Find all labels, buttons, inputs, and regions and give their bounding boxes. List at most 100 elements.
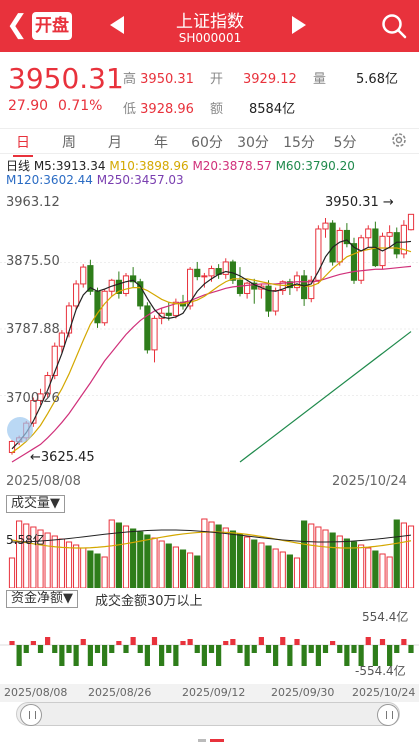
fund-bar — [102, 645, 108, 666]
prev-stock-icon[interactable] — [110, 16, 124, 34]
min-price-label: ←3625.45 — [30, 450, 95, 465]
fund-bar — [123, 645, 129, 653]
ma120-label: M120:3602.44 — [6, 173, 93, 187]
volume-bar — [286, 554, 293, 588]
tab-year[interactable]: 年 — [143, 132, 179, 152]
fund-bar — [244, 645, 250, 666]
tab-month[interactable]: 月 — [97, 132, 133, 152]
kaipan-button[interactable]: 开盘 — [32, 12, 72, 40]
search-icon[interactable] — [380, 12, 408, 40]
volume-bar — [229, 530, 236, 588]
volume-bar — [215, 524, 222, 588]
fund-bar — [151, 637, 158, 645]
y-axis-low: 3787.88 — [6, 322, 60, 337]
candle-body — [329, 222, 336, 263]
fund-bar — [9, 641, 15, 645]
volume-bar — [372, 550, 379, 588]
candle-body — [350, 243, 358, 281]
stock-code: SH000001 — [178, 31, 242, 45]
candle-body — [322, 222, 329, 230]
candle-body — [151, 317, 158, 351]
timeline-date-5: 2025/10/24 — [352, 686, 416, 699]
volume-bar — [94, 553, 101, 588]
fund-flow-note: 成交金额30万以上 — [95, 594, 203, 609]
volume-bar — [58, 538, 65, 588]
range-handle-left[interactable] — [20, 704, 42, 726]
tab-week[interactable]: 周 — [51, 132, 87, 152]
candle-body — [194, 268, 201, 278]
volume-bar — [65, 541, 73, 588]
candle-body — [122, 275, 130, 294]
volume-bar — [343, 538, 350, 588]
volume-bar — [8, 557, 16, 588]
candle-body — [272, 290, 279, 312]
chart-start-date: 2025/08/08 — [6, 474, 81, 489]
fund-bar — [280, 637, 286, 645]
quote-open: 开 3929.12 — [210, 72, 297, 87]
price-change: 27.90 — [8, 98, 49, 114]
fund-bar — [166, 645, 172, 653]
tab-5min[interactable]: 5分 — [327, 132, 363, 152]
fund-bar — [137, 645, 143, 653]
volume-bar — [315, 526, 322, 588]
volume-bar — [222, 527, 229, 588]
timeline-date-4: 2025/09/30 — [271, 686, 335, 699]
candle-body — [144, 305, 151, 351]
fund-flow-select[interactable]: 资金净额▼ — [6, 590, 78, 608]
period-tabs: 日 周 月 年 60分 30分 15分 5分 — [0, 128, 419, 157]
ma-legend-row-2: M120:3602.44 M250:3457.03 — [6, 173, 184, 187]
fund-bar — [337, 645, 343, 653]
volume-bar — [108, 519, 115, 588]
next-stock-icon[interactable] — [292, 16, 306, 34]
volume-chart — [8, 518, 415, 588]
quote-high: 高 3950.31 — [123, 72, 194, 87]
gear-icon[interactable] — [390, 131, 408, 149]
fund-bar — [330, 641, 336, 645]
candle-body — [358, 237, 365, 281]
candle-body — [365, 228, 372, 239]
fund-bar — [87, 645, 93, 666]
ma-legend-row-1: 日线 M5:3913.34 M10:3898.96 M20:3878.57 M6… — [6, 157, 355, 174]
candle-body — [58, 332, 65, 347]
fund-top-label: 554.4亿 — [362, 610, 409, 624]
fund-bar — [208, 645, 215, 653]
fund-bar — [116, 641, 122, 645]
volume-bar — [172, 546, 179, 588]
volume-indicator-select[interactable]: 成交量▼ — [6, 495, 65, 513]
fund-bar — [16, 645, 22, 666]
back-arrow-icon[interactable]: ❮ — [6, 10, 30, 40]
candlestick-chart[interactable] — [0, 190, 419, 472]
volume-bar — [322, 529, 329, 588]
volume-bar — [386, 556, 393, 588]
tab-30min[interactable]: 30分 — [235, 132, 271, 152]
fund-bar — [223, 641, 229, 645]
candle-body — [386, 232, 393, 237]
volume-bar — [293, 557, 301, 588]
candle-body — [94, 290, 101, 324]
volume-bar — [400, 522, 407, 588]
range-scrollbar[interactable] — [16, 702, 400, 726]
fund-bar — [173, 645, 179, 666]
range-handle-right[interactable] — [377, 704, 399, 726]
tab-15min[interactable]: 15分 — [281, 132, 317, 152]
candle-body — [80, 266, 87, 285]
quote-amount: 额 8584亿 — [210, 102, 296, 117]
fund-bar — [23, 645, 29, 653]
volume-value: 5.58亿 — [6, 533, 45, 547]
tab-60min[interactable]: 60分 — [189, 132, 225, 152]
ma250-label: M250:3457.03 — [96, 173, 184, 187]
volume-bar — [44, 532, 51, 588]
fund-bar — [30, 641, 36, 645]
ma5-label: 日线 M5:3913.34 — [6, 159, 106, 173]
fund-bar — [322, 645, 329, 653]
price-change-percent: 0.71% — [58, 98, 103, 114]
fund-bar — [408, 645, 414, 653]
tab-day[interactable]: 日 — [5, 132, 41, 157]
volume-bar — [308, 523, 315, 588]
fund-bar — [394, 645, 400, 653]
fund-bar — [201, 645, 207, 666]
volume-bar — [272, 548, 279, 588]
fund-bar — [194, 645, 200, 653]
fund-bar — [187, 639, 193, 645]
fund-bar — [159, 645, 165, 666]
